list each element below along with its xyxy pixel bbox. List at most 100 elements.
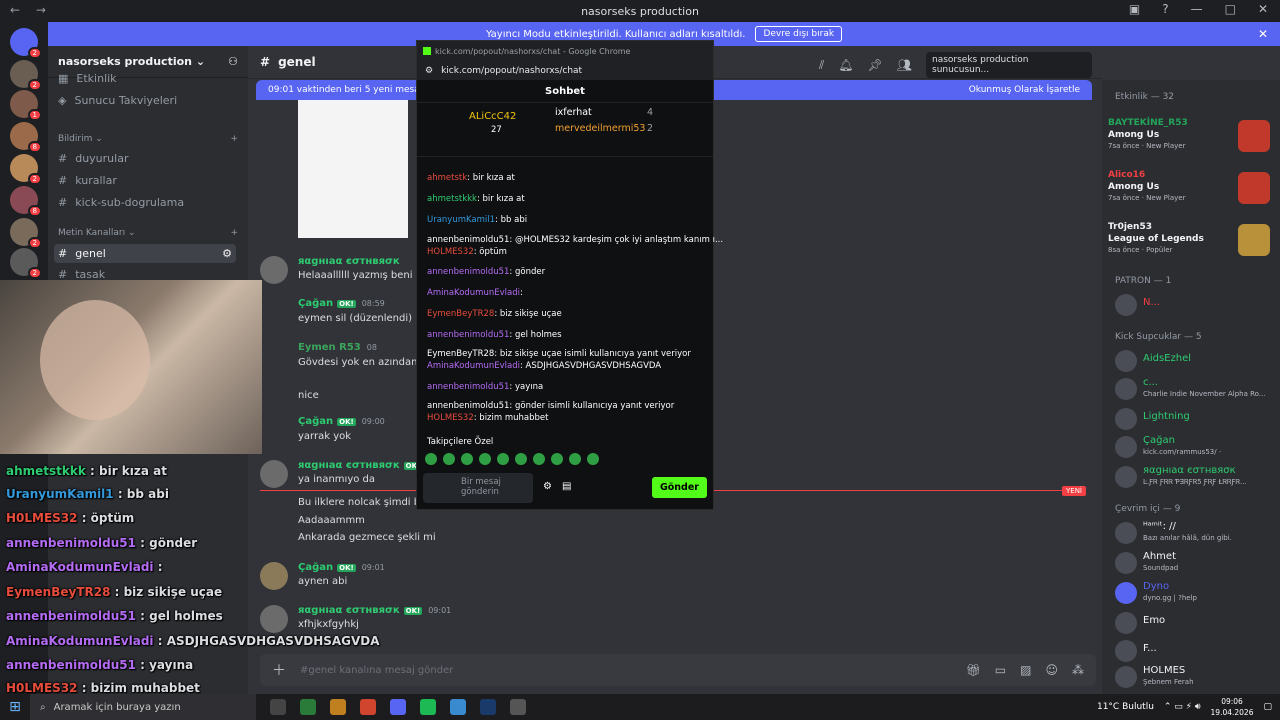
spotify-icon[interactable]	[420, 699, 436, 715]
member-item[interactable]: Dyno dyno.gg | ?help	[1115, 580, 1275, 606]
member-item[interactable]: ᴴᵃᵐⁱᵗ: //Bazı anılar hâlâ, dün gibi.	[1115, 520, 1275, 546]
gift-icon[interactable]: 🎁︎	[966, 663, 981, 677]
message-author[interactable]: яαgнıaα єσтнвяσк	[298, 256, 400, 267]
members-icon[interactable]: 👥︎	[897, 58, 912, 72]
member-item[interactable]: N...	[1115, 292, 1275, 318]
message-author[interactable]: Çağan OK! 09:00	[298, 416, 385, 427]
windows-start-icon[interactable]: ⊞	[0, 699, 30, 715]
kick-tools: ⚙ ▤	[543, 481, 571, 492]
banner-text: Yayıncı Modu etkinleştirildi. Kullanıcı …	[485, 28, 746, 40]
sticker-icon[interactable]: ▨	[1020, 663, 1031, 677]
leader-3-count: 2	[647, 123, 654, 134]
send-button[interactable]: Gönder	[651, 477, 707, 498]
message-composer: ＋ #genel kanalına mesaj gönder 🎁︎ ▭ ▨ ☺ ⁂	[260, 654, 1096, 686]
avatar[interactable]	[260, 256, 288, 284]
weather[interactable]: 11°C Bulutlu	[1097, 702, 1154, 712]
chrome-icon[interactable]	[360, 699, 376, 715]
member-item[interactable]: яαgнıaα єσтнвяσк Ŀ.ƑᏒ ƑᏒᏒ ƤƎᏒƑᏒ5 ƑᏒƑ ŁᏒᏒƑ…	[1115, 464, 1275, 490]
emoji-icon[interactable]: ☺	[1045, 663, 1058, 677]
discord-icon[interactable]	[390, 699, 406, 715]
taskbar-search[interactable]: ⌕ Aramak için buraya yazın	[30, 694, 256, 720]
add-member-icon[interactable]: ⚇	[228, 55, 238, 68]
bell-icon[interactable]: 🔔︎	[838, 58, 853, 72]
gif-icon[interactable]: ▭	[995, 663, 1006, 677]
member-item[interactable]: F...	[1115, 638, 1275, 664]
member-item[interactable]: Lightning	[1115, 406, 1275, 432]
chat-line: annenbenimoldu51: yayına	[427, 382, 544, 392]
member-item[interactable]: HOLMES Şebnem Ferah	[1115, 664, 1275, 690]
app-icon[interactable]	[330, 699, 346, 715]
message-author[interactable]: Çağan OK! 08:59	[298, 298, 385, 309]
emote-bar[interactable]	[425, 453, 599, 465]
channel-kurallar[interactable]: # kurallar	[58, 174, 117, 187]
window-controls[interactable]: ▣? — □ ✕	[1129, 2, 1268, 16]
pin-icon[interactable]: 📌︎	[868, 58, 883, 72]
member-item[interactable]: AidsEzhel	[1115, 348, 1275, 374]
kick-icon	[423, 47, 431, 55]
activity-card[interactable]: Alico16 Among Us 7sa önce · New Player	[1108, 170, 1274, 220]
channel-duyurular[interactable]: # duyurular	[58, 152, 128, 165]
help-icon[interactable]: ?	[1162, 2, 1168, 16]
kick-message-input[interactable]: Bir mesaj gönderin	[423, 473, 533, 503]
server-icon[interactable]: 8	[10, 186, 42, 217]
leader-1[interactable]: ALiCcC42	[469, 111, 516, 122]
server-icon[interactable]: 2	[10, 60, 42, 91]
mark-read-button[interactable]: Okunmuş Olarak İşaretle	[969, 85, 1080, 95]
server-icon[interactable]: 2	[10, 154, 42, 185]
inbox-icon[interactable]: ▣	[1129, 2, 1140, 16]
close-icon[interactable]: ✕	[1258, 2, 1268, 16]
member-item[interactable]: Emo	[1115, 610, 1275, 636]
avatar	[1115, 666, 1137, 688]
channel-genel[interactable]: # genel ⚙	[54, 244, 236, 263]
overlay-line: AminaKodumunEvladi :	[6, 560, 163, 574]
settings-icon[interactable]: ⚙	[543, 481, 552, 492]
site-info-icon[interactable]: ⚙	[425, 66, 433, 76]
channel-boosts[interactable]: ◈ Sunucu Takviyeleri	[58, 94, 177, 107]
chat-line: ahmetstkkk: bir kıza at	[427, 194, 525, 204]
popup-urlbar[interactable]: ⚙ kick.com/popout/nashorxs/chat	[417, 61, 713, 81]
chat-line: HOLMES32: öptüm	[427, 247, 507, 257]
member-item[interactable]: Ahmet Soundpad	[1115, 550, 1275, 576]
server-icon[interactable]: 2	[10, 248, 42, 279]
app-icon[interactable]	[300, 699, 316, 715]
server-icon[interactable]: 2	[10, 218, 42, 249]
member-item[interactable]: c... Charlie Indie November Alpha Ro...	[1115, 376, 1275, 402]
server-icon[interactable]: 1	[10, 90, 42, 121]
settings-icon[interactable]: ⚙	[222, 247, 232, 260]
add-channel-icon[interactable]: +	[230, 134, 238, 144]
category-text[interactable]: Metin Kanalları ⌄ +	[58, 228, 238, 238]
channel-events[interactable]: ▦ Etkinlik	[58, 72, 117, 85]
server-icon[interactable]: 8	[10, 122, 42, 153]
app-icon[interactable]	[450, 699, 466, 715]
add-channel-icon[interactable]: +	[230, 228, 238, 238]
minimize-icon[interactable]: —	[1191, 2, 1203, 16]
notification-icon[interactable]: ▢	[1263, 702, 1272, 712]
threads-icon[interactable]: ⫽	[819, 58, 824, 73]
leader-2[interactable]: ixferhat	[555, 107, 592, 118]
channel-kick-sub[interactable]: # kick-sub-dogrulama	[58, 196, 184, 209]
patron-header: PATRON — 1	[1115, 276, 1172, 286]
member-item[interactable]: Çağan kick.com/rammus53/ ·	[1115, 434, 1275, 460]
discord-home-icon[interactable]: 2	[10, 28, 42, 59]
overlay-line: annenbenimoldu51 : yayına	[6, 658, 194, 672]
clock[interactable]: 09:06 19.04.2026	[1211, 696, 1254, 718]
search-input[interactable]: nasorseks production sunucusun...	[926, 52, 1092, 78]
activity-card[interactable]: Tr0jen53 League of Legends 8sa önce · Po…	[1108, 222, 1274, 272]
task-view-icon[interactable]	[270, 699, 286, 715]
apps-icon[interactable]: ⁂	[1072, 663, 1084, 677]
close-banner-icon[interactable]: ✕	[1258, 27, 1268, 41]
category-info[interactable]: Bildirim ⌄ +	[58, 134, 238, 144]
boost-icon: ◈	[58, 94, 67, 107]
obs-icon[interactable]	[510, 699, 526, 715]
steam-icon[interactable]	[480, 699, 496, 715]
image-attachment[interactable]	[298, 100, 408, 238]
maximize-icon[interactable]: □	[1225, 2, 1236, 16]
activity-card[interactable]: BAYTEKİNE_R53 Among Us 7sa önce · New Pl…	[1108, 118, 1274, 168]
leader-3[interactable]: mervedeilmermi53	[555, 123, 645, 134]
back-forward-icons[interactable]: ← →	[10, 3, 52, 17]
store-icon[interactable]: ▤	[562, 481, 571, 492]
tray-icons[interactable]: ⌃ ▭ ⚡ 🔊︎	[1164, 702, 1201, 712]
overlay-line: ahmetstkkk : bir kıza at	[6, 464, 167, 478]
message-author[interactable]: Eymen R53 08	[298, 342, 377, 353]
disable-streamer-mode-button[interactable]: Devre dışı bırak	[755, 26, 843, 42]
